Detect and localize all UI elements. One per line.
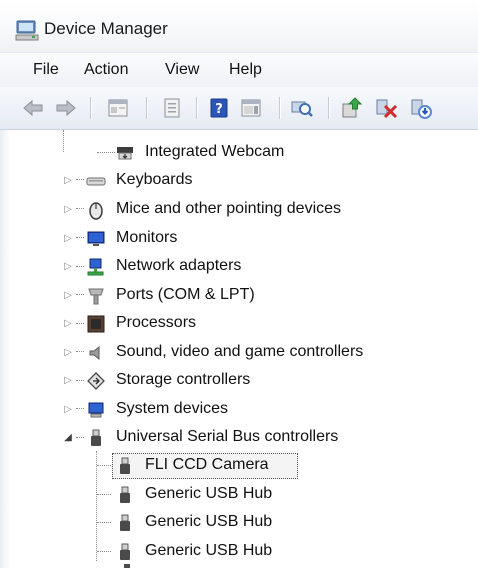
usb-plug-icon [120, 543, 130, 560]
collapsed-triangle-icon[interactable]: ▷ [62, 233, 74, 245]
window-title: Device Manager [44, 19, 168, 38]
menu-file[interactable]: File [33, 61, 59, 79]
toolbar: ? [0, 87, 478, 130]
collapsed-triangle-icon[interactable]: ▷ [62, 404, 74, 416]
tree-item-mice[interactable]: ▷ Mice and other pointing devices [10, 197, 478, 223]
processor-chip-icon [87, 315, 105, 333]
tree-item-monitors[interactable]: ▷ Monitors [10, 226, 478, 252]
tree-item-label: Monitors [116, 229, 178, 246]
help-icon[interactable]: ? [207, 96, 231, 120]
toolbar-separator [146, 97, 148, 119]
tree-item-generic-usb-hub[interactable]: Generic USB Hub [10, 510, 478, 536]
device-manager-icon [15, 20, 39, 41]
tree-item-label: Mice and other pointing devices [116, 200, 342, 217]
svg-text:?: ? [215, 102, 223, 117]
speaker-icon [89, 345, 100, 361]
tree-item-keyboards[interactable]: ▷ Keyboards [10, 168, 478, 194]
expanded-triangle-icon[interactable]: ◢ [62, 432, 74, 444]
device-manager-window: Device Manager File Action View Help ? I… [0, 0, 478, 568]
collapsed-triangle-icon[interactable]: ▷ [62, 375, 74, 387]
tree-item-label: Network adapters [116, 257, 242, 274]
collapsed-triangle-icon[interactable]: ▷ [62, 347, 74, 359]
keyboard-icon [86, 177, 106, 186]
back-arrow-icon[interactable] [21, 96, 45, 120]
collapsed-triangle-icon[interactable]: ▷ [62, 175, 74, 187]
update-driver-icon[interactable] [340, 96, 364, 120]
scan-hardware-icon[interactable] [290, 96, 314, 120]
tree-item-label: Sound, video and game controllers [116, 343, 364, 360]
properties-icon[interactable] [106, 96, 130, 120]
tree-item-label: Processors [116, 314, 197, 331]
tree-item-system-devices[interactable]: ▷ System devices [10, 397, 478, 423]
tree-item-label: Generic USB Hub [145, 485, 273, 502]
network-adapter-icon [87, 258, 104, 276]
tree-item-usb-controllers[interactable]: ◢ Universal Serial Bus controllers [10, 425, 478, 451]
forward-arrow-icon[interactable] [54, 96, 78, 120]
menu-bar: File Action View Help [0, 52, 478, 88]
tree-item-storage-controllers[interactable]: ▷ Storage controllers [10, 368, 478, 394]
tree-item-label: Integrated Webcam [145, 143, 285, 160]
uninstall-device-icon[interactable] [409, 96, 433, 120]
collapsed-triangle-icon[interactable]: ▷ [62, 318, 74, 330]
menu-view[interactable]: View [165, 61, 199, 79]
storage-controller-icon [87, 372, 105, 390]
menu-action[interactable]: Action [84, 61, 128, 79]
tree-item-generic-usb-hub[interactable]: Generic USB Hub [10, 482, 478, 508]
mouse-icon [89, 202, 103, 220]
monitor-icon [87, 231, 105, 246]
tree-item-processors[interactable]: ▷ Processors [10, 311, 478, 337]
webcam-icon [117, 147, 133, 160]
usb-plug-icon [120, 486, 130, 503]
usb-plug-icon [120, 514, 130, 531]
tree-item-label: Keyboards [116, 171, 193, 188]
tree-item-label: Generic USB Hub [145, 513, 273, 530]
toolbar-separator [196, 97, 198, 119]
port-connector-icon [88, 288, 104, 305]
toolbar-separator [279, 97, 281, 119]
tree-item-label: Universal Serial Bus controllers [116, 428, 339, 445]
system-device-icon [88, 402, 104, 418]
collapsed-triangle-icon[interactable]: ▷ [62, 261, 74, 273]
collapsed-triangle-icon[interactable]: ▷ [62, 204, 74, 216]
tree-item-ports[interactable]: ▷ Ports (COM & LPT) [10, 283, 478, 309]
tree-item-label: Storage controllers [116, 371, 251, 388]
tree-item-label: Generic USB Hub [145, 542, 273, 559]
tree-item-generic-usb-hub[interactable]: Generic USB Hub [10, 539, 478, 565]
disable-device-icon[interactable] [374, 96, 398, 120]
update-view-icon[interactable] [160, 96, 184, 120]
tree-item-sound[interactable]: ▷ Sound, video and game controllers [10, 340, 478, 366]
tree-item-label: Ports (COM & LPT) [116, 286, 255, 303]
usb-plug-icon [124, 564, 130, 568]
tree-item-label: FLI CCD Camera [145, 456, 269, 473]
collapsed-triangle-icon[interactable]: ▷ [62, 290, 74, 302]
frame-edge [0, 130, 10, 568]
title-bar: Device Manager [0, 0, 478, 52]
device-tree: Integrated Webcam ▷ Keyboards ▷ Mice and… [10, 130, 478, 568]
toolbar-separator [328, 97, 330, 119]
tree-item-integrated-webcam[interactable]: Integrated Webcam [10, 140, 478, 166]
tree-item-label: System devices [116, 400, 229, 417]
tree-item-fli-ccd-camera[interactable]: FLI CCD Camera [10, 453, 478, 479]
toolbar-separator [90, 97, 92, 119]
menu-help[interactable]: Help [229, 61, 262, 79]
tree-item-network-adapters[interactable]: ▷ Network adapters [10, 254, 478, 280]
action-pane-icon[interactable] [239, 96, 263, 120]
usb-plug-icon [91, 429, 101, 446]
usb-plug-icon [120, 457, 130, 474]
